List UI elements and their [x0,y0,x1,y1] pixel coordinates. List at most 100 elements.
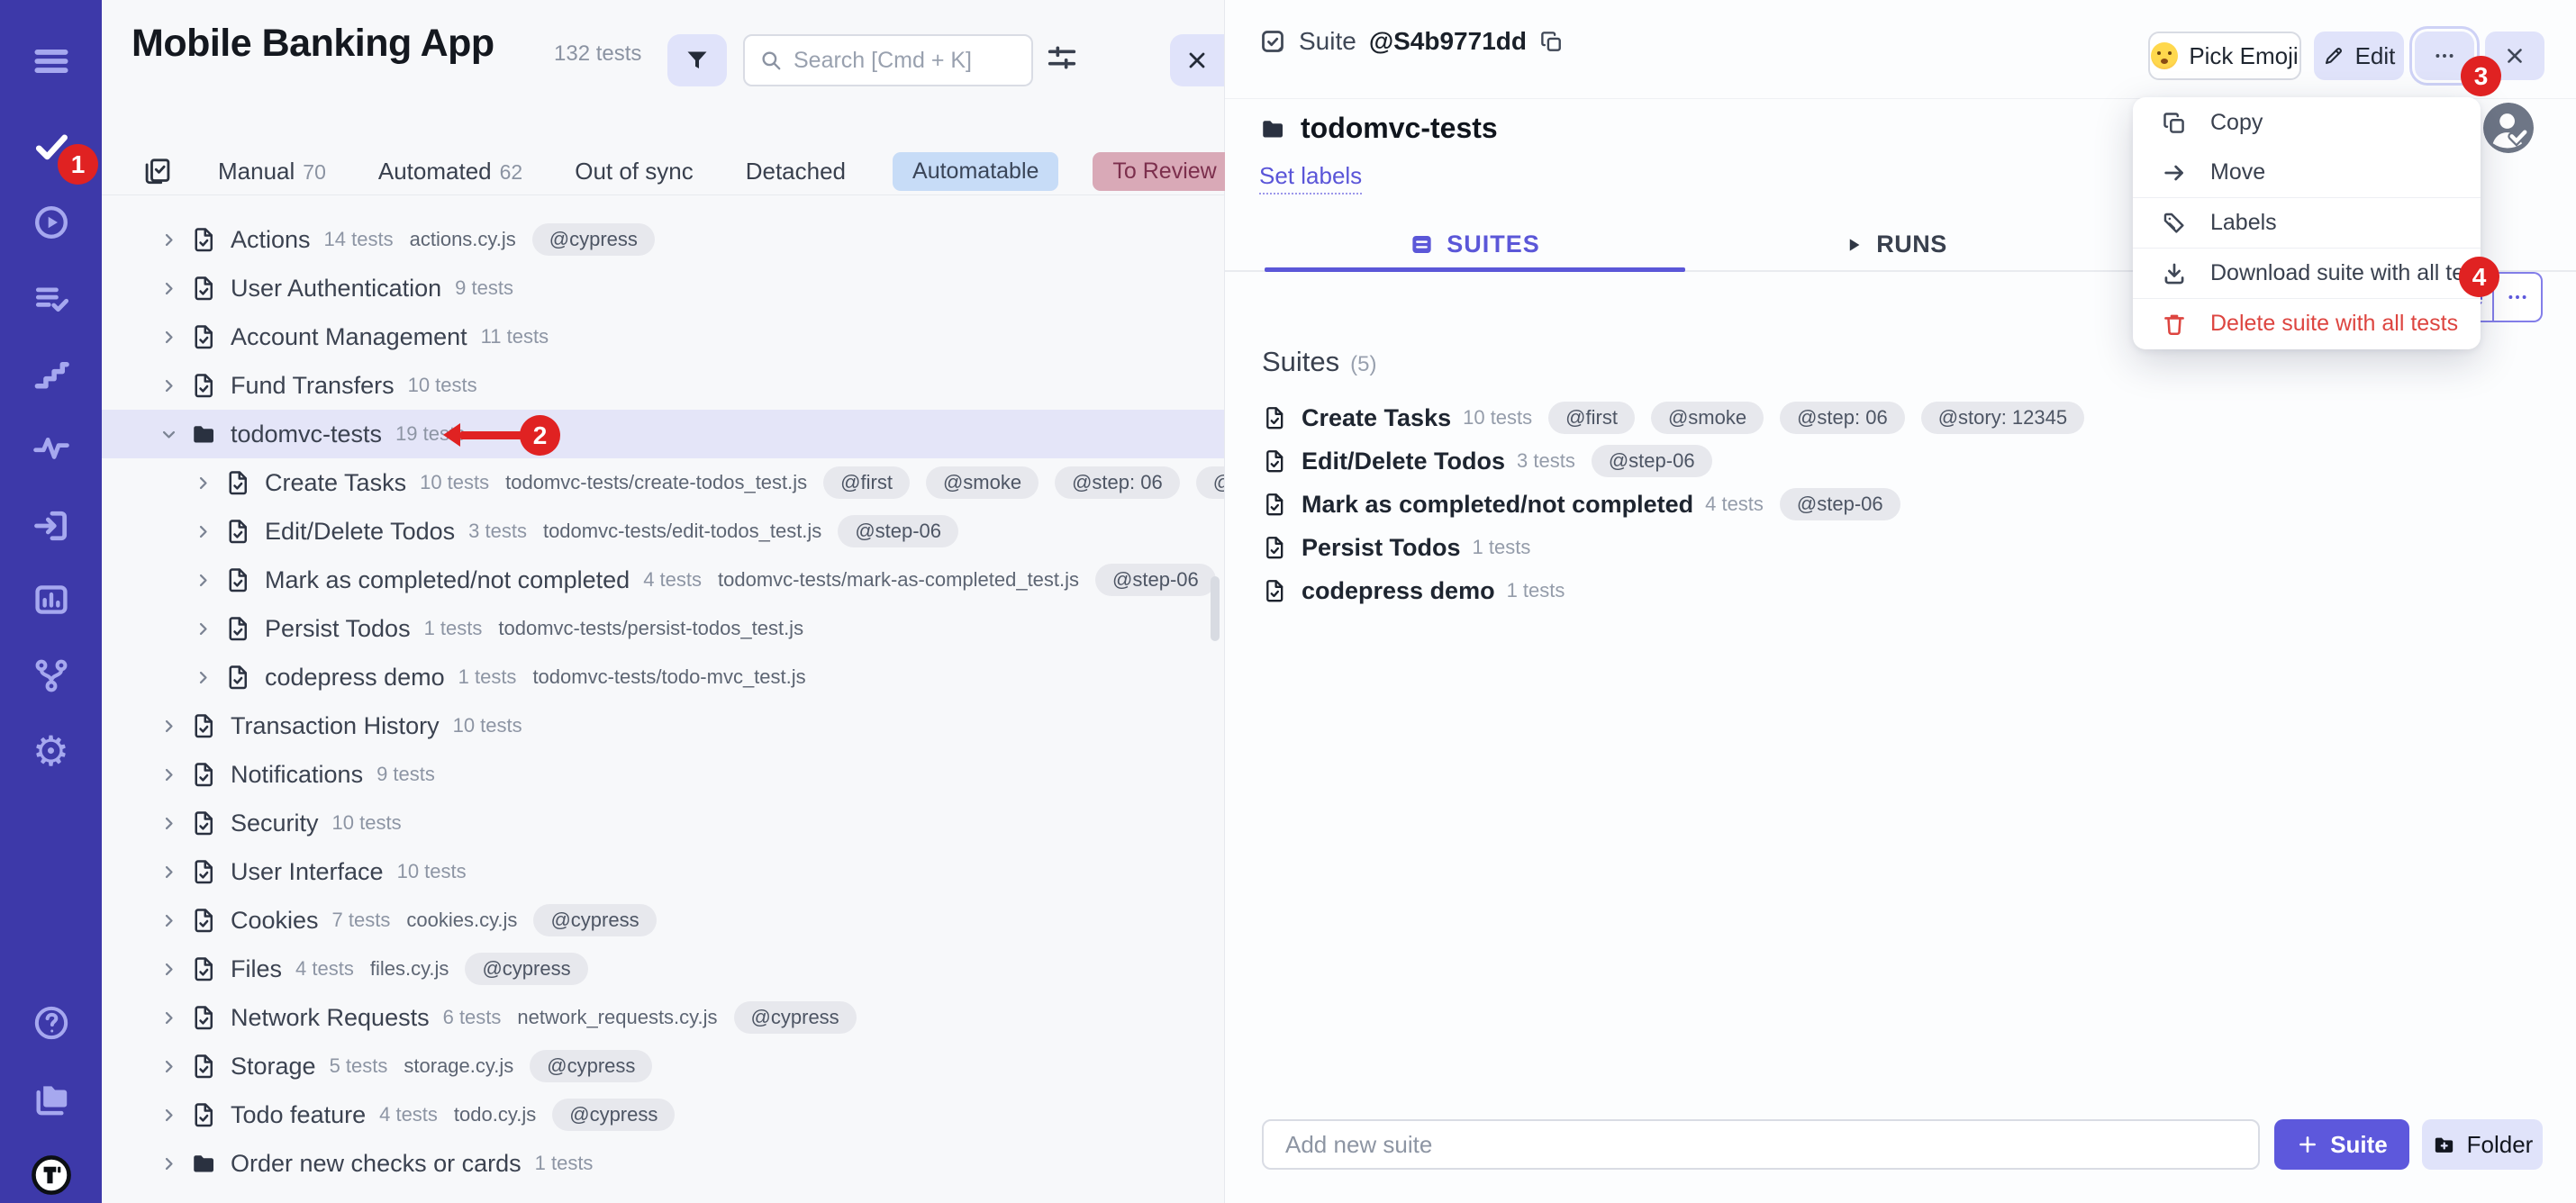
settings-gear-icon[interactable]: ⚙ [0,728,102,774]
suite-name[interactable]: todomvc-tests [231,421,382,448]
suite-name[interactable]: Fund Transfers [231,372,395,400]
user-avatar[interactable] [2483,103,2534,153]
tag-badge[interactable]: @story: 12345 [1196,466,1224,499]
tree-row[interactable]: Mark as completed/not completed4 teststo… [102,556,1224,604]
menu-item-labels[interactable]: Labels [2133,198,2481,248]
to-review-filter-badge[interactable]: To Review [1093,152,1236,191]
help-icon[interactable] [0,999,102,1046]
suite-name[interactable]: Files [231,955,282,983]
tree-row[interactable]: Transaction History10 tests [102,701,1224,750]
tag-badge[interactable]: @step-06 [1780,488,1900,520]
suite-name[interactable]: Network Requests [231,1004,430,1032]
tree-row[interactable]: Files4 testsfiles.cy.js@cypress [102,945,1224,993]
tree-row[interactable]: Security10 tests [102,799,1224,847]
branch-icon[interactable] [0,652,102,699]
menu-item-download[interactable]: Download suite with all tests [2133,249,2481,298]
suite-list-item[interactable]: codepress demo1 tests [1262,569,2540,612]
tree-row[interactable]: Account Management11 tests [102,312,1224,361]
suite-name[interactable]: User Authentication [231,275,441,303]
chevron-right-icon[interactable] [159,328,178,347]
tree-row[interactable]: Actions14 testsactions.cy.js@cypress [102,215,1224,264]
edit-suite-button[interactable]: Edit [2314,32,2404,80]
tag-badge[interactable]: @first [1548,402,1635,434]
chevron-right-icon[interactable] [159,960,178,979]
tree-row[interactable]: Storage5 testsstorage.cy.js@cypress [102,1042,1224,1090]
tag-badge[interactable]: @story: 12345 [1921,402,2084,434]
tag-badge[interactable]: @step: 06 [1780,402,1905,434]
tree-row[interactable]: User Authentication9 tests [102,264,1224,312]
tree-row[interactable]: codepress demo1 teststodomvc-tests/todo-… [102,653,1224,701]
tag-badge[interactable]: @smoke [926,466,1039,499]
tree-row[interactable]: User Interface10 tests [102,847,1224,896]
suite-name[interactable]: Actions [231,226,311,254]
chevron-right-icon[interactable] [159,1057,178,1076]
filter-tab-out-of-sync[interactable]: Out of sync [575,158,694,185]
suite-name[interactable]: Persist Todos [1302,534,1461,562]
sliders-settings-icon[interactable] [1044,40,1085,81]
tab-runs[interactable]: RUNS [1685,219,2106,270]
suite-name[interactable]: Create Tasks [1302,404,1451,432]
tree-row[interactable]: todomvc-tests19 tests [102,410,1224,458]
chevron-down-icon[interactable] [159,425,178,444]
tree-row[interactable]: Todo feature4 teststodo.cy.js@cypress [102,1090,1224,1139]
tag-badge[interactable]: @cypress [530,1050,652,1082]
logo-icon[interactable] [0,1152,102,1198]
tree-row[interactable]: Network Requests6 testsnetwork_requests.… [102,993,1224,1042]
chevron-right-icon[interactable] [159,814,178,833]
tree-row[interactable]: Persist Todos1 teststodomvc-tests/persis… [102,604,1224,653]
tag-badge[interactable]: @first [823,466,910,499]
suite-name[interactable]: Edit/Delete Todos [1302,448,1505,475]
analytics-icon[interactable] [0,576,102,623]
automatable-filter-badge[interactable]: Automatable [893,152,1058,191]
projects-folder-icon[interactable] [0,1075,102,1122]
tag-badge[interactable]: @cypress [465,953,587,985]
tree-row[interactable]: Edit/Delete Todos3 teststodomvc-tests/ed… [102,507,1224,556]
steps-icon[interactable] [0,350,102,397]
add-new-suite-input[interactable] [1262,1119,2260,1170]
tag-badge[interactable]: @cypress [532,223,655,256]
search-box[interactable] [743,34,1033,86]
add-suite-button[interactable]: Suite [2274,1119,2409,1170]
pick-emoji-button[interactable]: Pick Emoji [2148,32,2301,80]
tab-suites[interactable]: SUITES [1265,219,1685,270]
chevron-right-icon[interactable] [159,765,178,784]
suite-name[interactable]: Transaction History [231,712,440,740]
filter-tab-automated[interactable]: Automated62 [378,158,522,185]
suite-list-item[interactable]: Edit/Delete Todos3 tests@step-06 [1262,439,2540,483]
suite-more-button[interactable] [2493,272,2543,322]
suite-name[interactable]: Order new checks or cards [231,1150,522,1178]
menu-icon[interactable] [0,38,102,85]
suite-name[interactable]: Mark as completed/not completed [1302,491,1693,519]
menu-item-move[interactable]: Move [2133,148,2481,197]
signin-icon[interactable] [0,502,102,549]
tree-row[interactable]: Create Tasks10 teststodomvc-tests/create… [102,458,1224,507]
plans-list-icon[interactable] [0,276,102,322]
tag-badge[interactable]: @smoke [1651,402,1764,434]
chevron-right-icon[interactable] [159,376,178,395]
suite-name[interactable]: Create Tasks [265,469,406,497]
tag-badge[interactable]: @step-06 [838,515,958,547]
chevron-right-icon[interactable] [159,1154,178,1173]
suite-name[interactable]: Notifications [231,761,363,789]
suite-name[interactable]: Persist Todos [265,615,411,643]
chevron-right-icon[interactable] [159,1106,178,1125]
runs-play-icon[interactable] [0,199,102,246]
menu-item-copy[interactable]: Copy [2133,98,2481,148]
chevron-right-icon[interactable] [194,522,213,541]
suite-list-item[interactable]: Mark as completed/not completed4 tests@s… [1262,483,2540,526]
menu-item-delete[interactable]: Delete suite with all tests [2133,299,2481,348]
copy-suite-id-icon[interactable] [1539,30,1564,54]
chevron-right-icon[interactable] [194,571,213,590]
filter-tab-manual[interactable]: Manual70 [218,158,326,185]
pulse-icon[interactable] [0,424,102,471]
tag-badge[interactable]: @step-06 [1592,445,1712,477]
scrollbar-thumb[interactable] [1211,576,1220,641]
chevron-right-icon[interactable] [194,474,213,493]
add-folder-button[interactable]: Folder [2422,1119,2543,1170]
tree-row[interactable]: Fund Transfers10 tests [102,361,1224,410]
close-tree-panel-button[interactable] [1170,34,1224,86]
chevron-right-icon[interactable] [159,863,178,882]
tag-badge[interactable]: @cypress [734,1001,857,1034]
tree-row[interactable]: Notifications9 tests [102,750,1224,799]
chevron-right-icon[interactable] [194,620,213,638]
